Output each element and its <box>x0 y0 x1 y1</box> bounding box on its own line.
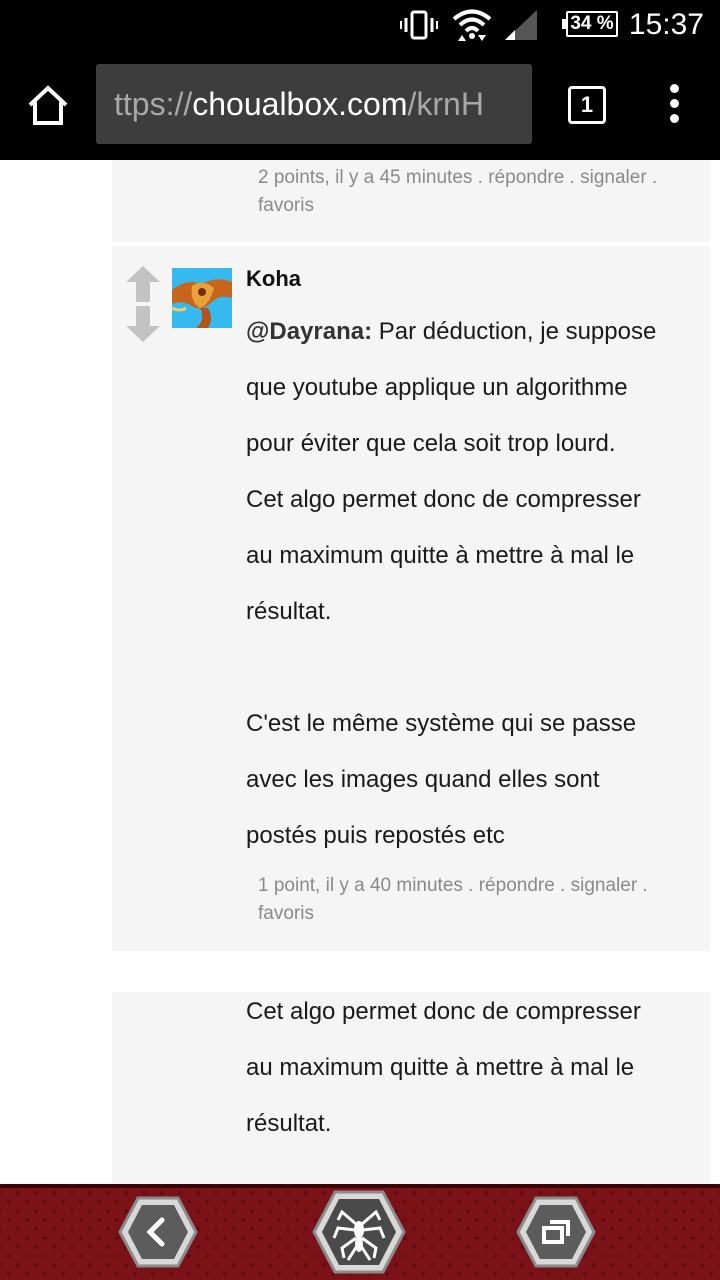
comment-line: @Dayrana: Par déduction, je suppose <box>246 318 657 345</box>
comment-meta-line: 2 points, il y a 45 minutes . répondre .… <box>258 167 658 188</box>
wifi-icon <box>452 9 492 41</box>
comment-line: avec les images quand elles sont <box>246 766 600 793</box>
url-path: /krnH <box>407 86 484 122</box>
upvote-icon[interactable] <box>126 266 160 302</box>
comment-line: que youtube applique un algorithme <box>246 374 628 401</box>
back-icon[interactable] <box>118 1196 198 1268</box>
vote-arrows <box>126 266 160 342</box>
home-icon[interactable] <box>26 83 70 127</box>
comment-meta: 2 points, il y a 45 minutes . répondre .… <box>258 164 698 220</box>
comment-line: Cet algo permet donc de compresser <box>246 998 641 1025</box>
battery-icon: 34 % <box>562 11 618 37</box>
avatar[interactable] <box>172 268 232 328</box>
comment-author[interactable]: Koha <box>246 266 301 292</box>
navigation-bar <box>0 1184 720 1280</box>
tab-switcher-button[interactable]: 1 <box>568 86 606 124</box>
comment-line: C'est le même système qui se passe <box>246 710 637 737</box>
comment-line: Cet algo permet donc de compresser <box>246 486 641 513</box>
vibrate-icon <box>400 10 438 40</box>
signal-icon <box>505 10 537 40</box>
favoris-link[interactable]: favoris <box>258 192 698 220</box>
favoris-link[interactable]: favoris <box>258 900 698 928</box>
comment-body: Cet algo permet donc de compresser au ma… <box>246 984 696 1152</box>
url-host: choualbox.com <box>192 86 408 122</box>
comment-line: pour éviter que cela soit trop lourd. <box>246 430 616 457</box>
status-bar: 34 % 15:37 <box>0 0 720 50</box>
battery-level: 34 % <box>570 13 614 34</box>
url-bar[interactable]: ttps://choualbox.com/krnH <box>96 64 532 144</box>
comment-card: Koha @Dayrana: Par déduction, je suppose… <box>112 246 710 951</box>
comment-line: résultat. <box>246 1110 332 1137</box>
recents-icon[interactable] <box>516 1196 596 1268</box>
browser-toolbar: ttps://choualbox.com/krnH 1 <box>0 50 720 160</box>
clock: 15:37 <box>628 8 704 41</box>
comment-line: postés puis repostés etc <box>246 822 505 849</box>
comment-mention[interactable]: @Dayrana: <box>246 318 372 345</box>
comment-card: Cet algo permet donc de compresser au ma… <box>112 992 710 1192</box>
comment-meta-line: 1 point, il y a 40 minutes . répondre . … <box>258 875 648 896</box>
comment-meta: 1 point, il y a 40 minutes . répondre . … <box>258 872 698 928</box>
spider-logo-icon[interactable] <box>312 1190 406 1274</box>
url-scheme: ttps:// <box>114 86 193 122</box>
url-text: ttps://choualbox.com/krnH <box>114 86 484 123</box>
comment-line: résultat. <box>246 598 332 625</box>
comment-line: au maximum quitte à mettre à mal le <box>246 542 635 569</box>
overflow-menu-icon[interactable] <box>664 84 684 124</box>
downvote-icon[interactable] <box>126 306 160 342</box>
comment-line: au maximum quitte à mettre à mal le <box>246 1054 635 1081</box>
comment-body: @Dayrana: Par déduction, je suppose que … <box>246 304 696 864</box>
comment-line <box>246 640 696 696</box>
comment-card: 2 points, il y a 45 minutes . répondre .… <box>112 160 710 242</box>
